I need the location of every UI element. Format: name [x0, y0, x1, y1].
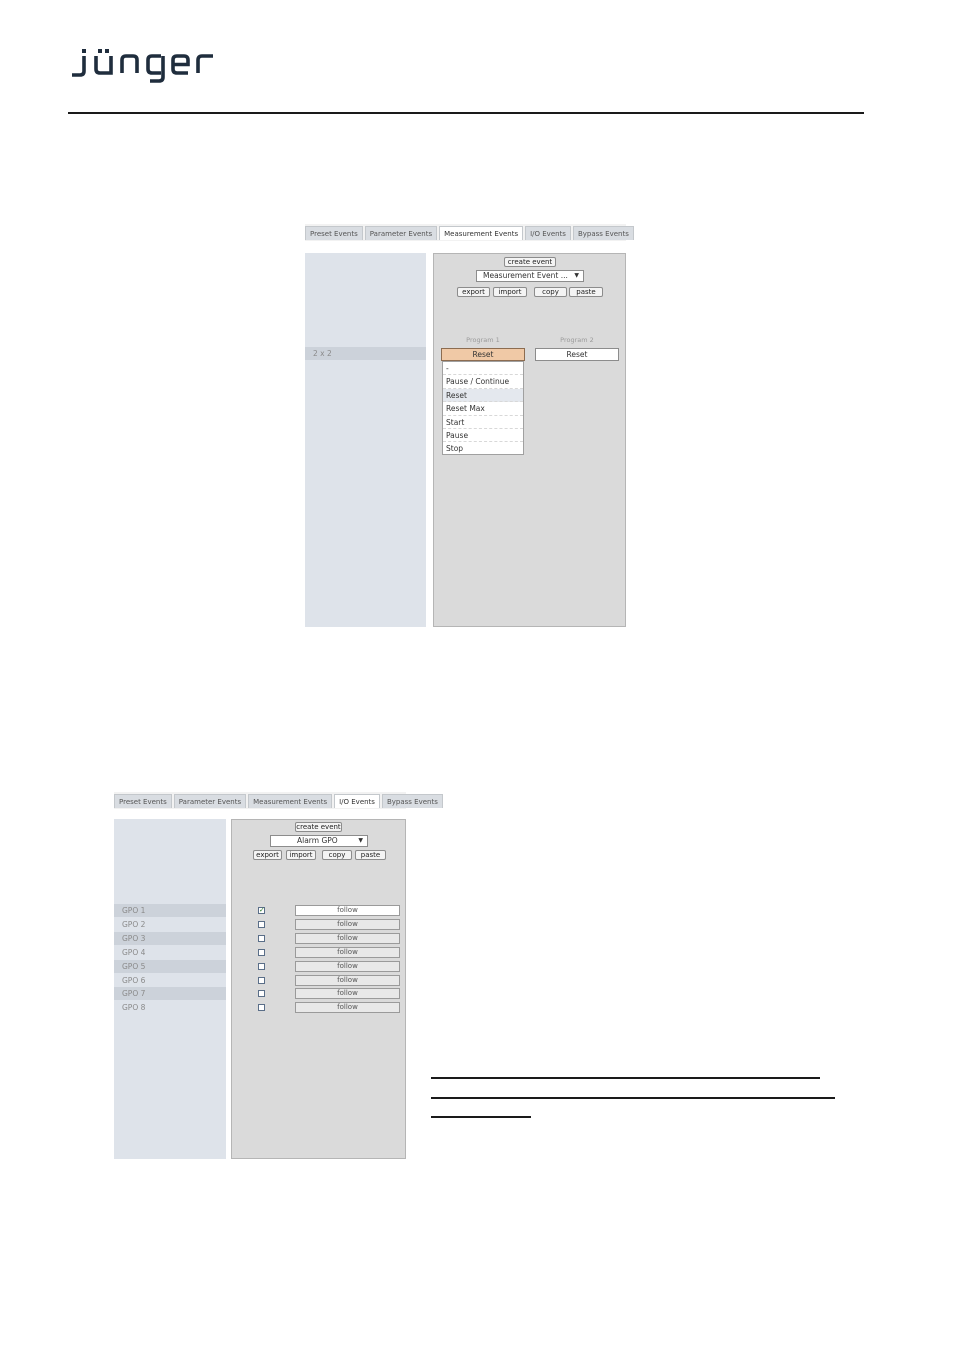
- copy-button[interactable]: copy: [322, 850, 352, 860]
- gpo-mode-select[interactable]: follow: [295, 974, 400, 986]
- gpo-mode-select[interactable]: follow: [295, 1002, 400, 1014]
- gpo-enable-checkbox[interactable]: ✓: [258, 907, 265, 914]
- gpo-mode-select[interactable]: follow: [295, 960, 400, 972]
- chevron-down-icon: ▼: [574, 272, 579, 279]
- gpo-enable-checkbox[interactable]: [258, 934, 265, 942]
- dropdown-option-reset[interactable]: Reset: [443, 388, 523, 403]
- export-button[interactable]: export: [253, 850, 282, 860]
- tab-measurement-events[interactable]: Measurement Events: [439, 226, 524, 240]
- tab-bar: Preset Events Parameter Events Measureme…: [114, 792, 443, 809]
- tab-bar: Preset Events Parameter Events Measureme…: [305, 224, 634, 241]
- create-event-button[interactable]: create event: [504, 257, 556, 267]
- tab-io-events[interactable]: I/O Events: [525, 226, 571, 240]
- tab-preset-events[interactable]: Preset Events: [114, 794, 172, 808]
- import-button[interactable]: import: [286, 850, 316, 860]
- gpo-enable-checkbox[interactable]: [258, 990, 265, 998]
- tab-bypass-events[interactable]: Bypass Events: [572, 226, 634, 240]
- gpo-row-label[interactable]: GPO 8: [114, 1001, 226, 1014]
- gpo-row-label[interactable]: GPO 6: [114, 974, 226, 987]
- gpo-mode-select[interactable]: follow: [295, 918, 400, 930]
- create-event-button[interactable]: create event: [295, 822, 342, 832]
- junger-logo: [70, 44, 220, 84]
- gpo-row-label[interactable]: GPO 5: [114, 959, 226, 973]
- gpo-mode-select[interactable]: follow: [295, 988, 400, 1000]
- tab-io-events[interactable]: I/O Events: [334, 794, 380, 808]
- io-events-panel: Preset Events Parameter Events Measureme…: [114, 792, 443, 1159]
- tab-measurement-events[interactable]: Measurement Events: [248, 794, 333, 808]
- event-row-2x2[interactable]: 2 x 2: [305, 347, 426, 360]
- dropdown-option-pause-continue[interactable]: Pause / Continue: [443, 375, 523, 389]
- underline-1: [431, 1077, 820, 1079]
- gpo-row-label[interactable]: GPO 7: [114, 987, 226, 1001]
- export-button[interactable]: export: [457, 287, 490, 297]
- dropdown-option-stop[interactable]: Stop: [443, 442, 523, 455]
- gpo-row-label[interactable]: GPO 2: [114, 918, 226, 931]
- event-type-value: Alarm GPO: [297, 836, 338, 845]
- header-rule: [68, 112, 864, 114]
- gpo-mode-select[interactable]: follow: [295, 905, 400, 916]
- copy-button[interactable]: copy: [534, 287, 567, 297]
- underline-3: [431, 1116, 531, 1118]
- paste-button[interactable]: paste: [355, 850, 386, 860]
- event-type-select[interactable]: Alarm GPO ▼: [270, 835, 368, 847]
- dropdown-option-none[interactable]: -: [443, 362, 523, 376]
- underline-2: [431, 1097, 835, 1099]
- chevron-down-icon: ▼: [358, 837, 363, 844]
- gpo-enable-checkbox[interactable]: [258, 976, 265, 984]
- gpo-mode-select[interactable]: follow: [295, 946, 400, 958]
- program-2-action-select[interactable]: Reset: [535, 348, 619, 361]
- gpo-enable-checkbox[interactable]: [258, 1004, 265, 1012]
- junger-logo-mark: [72, 49, 213, 83]
- gpo-enable-checkbox[interactable]: [258, 920, 265, 928]
- gpo-mode-select[interactable]: follow: [295, 932, 400, 944]
- column-header-program-1: Program 1: [466, 336, 500, 344]
- column-header-program-2: Program 2: [560, 336, 594, 344]
- event-type-value: Measurement Event ...: [483, 271, 568, 280]
- dropdown-option-reset-max[interactable]: Reset Max: [443, 402, 523, 416]
- measurement-events-panel: Preset Events Parameter Events Measureme…: [305, 224, 634, 627]
- tab-parameter-events[interactable]: Parameter Events: [173, 794, 247, 808]
- gpo-row-label[interactable]: GPO 1: [114, 904, 226, 917]
- dropdown-option-start[interactable]: Start: [443, 416, 523, 429]
- gpo-row-label[interactable]: GPO 3: [114, 931, 226, 945]
- program-1-action-select[interactable]: Reset: [441, 348, 525, 361]
- action-dropdown-menu: - Pause / Continue Reset Reset Max Start…: [442, 361, 524, 455]
- gpo-enable-checkbox[interactable]: [258, 948, 265, 956]
- import-button[interactable]: import: [493, 287, 527, 297]
- tab-parameter-events[interactable]: Parameter Events: [364, 226, 438, 240]
- event-type-select[interactable]: Measurement Event ... ▼: [476, 270, 584, 282]
- gpo-row-label[interactable]: GPO 4: [114, 946, 226, 959]
- event-list-column: 2 x 2: [305, 253, 426, 627]
- event-editor: create event Measurement Event ... ▼ exp…: [433, 253, 626, 627]
- paste-button[interactable]: paste: [569, 287, 603, 297]
- tab-preset-events[interactable]: Preset Events: [305, 226, 363, 240]
- gpo-enable-checkbox[interactable]: [258, 962, 265, 970]
- tab-bypass-events[interactable]: Bypass Events: [381, 794, 443, 808]
- dropdown-option-pause[interactable]: Pause: [443, 429, 523, 443]
